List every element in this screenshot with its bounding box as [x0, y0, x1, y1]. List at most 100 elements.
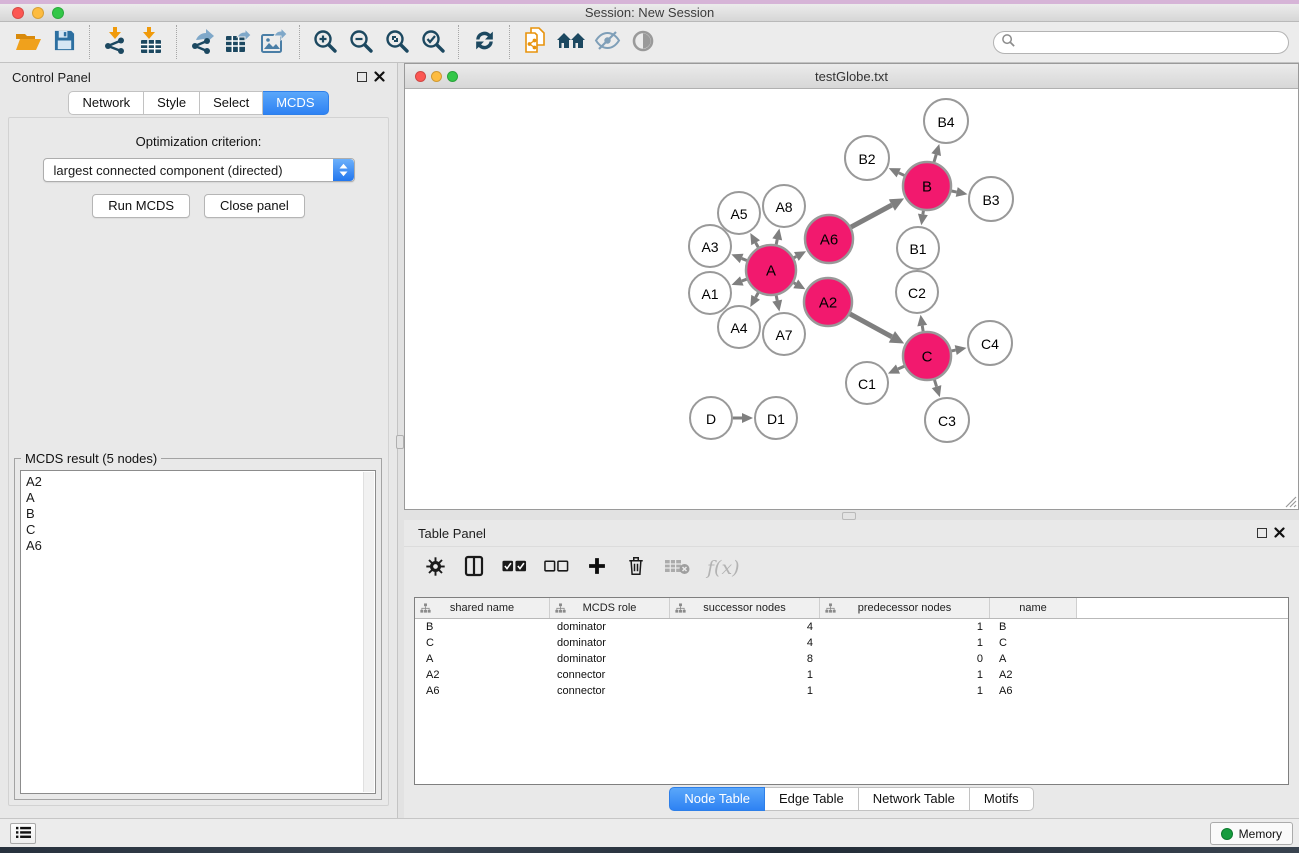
show-all-button[interactable] [625, 24, 661, 60]
vertical-splitter-grip[interactable] [396, 435, 404, 449]
zoom-selected-button[interactable] [415, 24, 451, 60]
first-neighbors-button[interactable] [553, 24, 589, 60]
table-cell[interactable]: dominator [550, 637, 670, 649]
graph-edge-A-A8[interactable] [772, 229, 782, 245]
graph-node-A2[interactable]: A2 [804, 278, 852, 326]
result-scrollbar-track[interactable] [363, 472, 374, 792]
memory-button[interactable]: Memory [1210, 822, 1293, 845]
tab-edge-table[interactable]: Edge Table [765, 787, 859, 811]
graph-node-C2[interactable]: C2 [896, 271, 938, 313]
table-settings-button[interactable] [424, 553, 446, 583]
graph-node-A6[interactable]: A6 [805, 215, 853, 263]
tab-mcds[interactable]: MCDS [263, 91, 328, 115]
graph-edge-A-A3[interactable] [731, 254, 746, 263]
resize-grip-icon[interactable] [1284, 495, 1297, 508]
graph-node-C1[interactable]: C1 [846, 362, 888, 404]
float-panel-icon[interactable] [357, 72, 367, 82]
graph-node-A3[interactable]: A3 [689, 225, 731, 267]
table-cell[interactable]: 1 [820, 669, 990, 681]
table-cell[interactable]: A6 [415, 685, 550, 697]
graph-node-C[interactable]: C [903, 332, 951, 380]
close-panel-icon[interactable] [374, 70, 385, 85]
import-table-button[interactable] [133, 24, 169, 60]
open-session-button[interactable] [10, 24, 46, 60]
graph-edge-A-A6[interactable] [794, 251, 806, 261]
graph-node-B2[interactable]: B2 [845, 136, 889, 180]
column-header-predecessor-nodes[interactable]: predecessor nodes [820, 598, 990, 618]
graph-node-A4[interactable]: A4 [718, 306, 760, 348]
mcds-result-item[interactable]: A [26, 490, 375, 506]
graph-edge-A-A5[interactable] [750, 233, 760, 247]
table-cell[interactable]: A6 [990, 685, 1077, 697]
table-cell[interactable]: A2 [415, 669, 550, 681]
refresh-button[interactable] [466, 24, 502, 60]
hide-selected-button[interactable] [589, 24, 625, 60]
float-table-panel-icon[interactable] [1257, 528, 1267, 538]
function-builder-button[interactable]: f(x) [707, 553, 740, 583]
tab-node-table[interactable]: Node Table [669, 787, 765, 811]
column-header-name[interactable]: name [990, 598, 1077, 618]
graph-edge-C-C4[interactable] [951, 345, 966, 355]
table-cell[interactable]: dominator [550, 621, 670, 633]
tab-select[interactable]: Select [200, 91, 263, 115]
mcds-result-item[interactable]: C [26, 522, 375, 538]
export-image-button[interactable] [256, 24, 292, 60]
table-cell[interactable]: dominator [550, 653, 670, 665]
add-row-button[interactable] [586, 553, 608, 583]
table-cell[interactable]: connector [550, 685, 670, 697]
table-cell[interactable]: A [990, 653, 1077, 665]
search-field[interactable] [993, 31, 1289, 54]
import-network-button[interactable] [97, 24, 133, 60]
close-panel-button[interactable]: Close panel [204, 194, 305, 218]
close-table-panel-icon[interactable] [1274, 526, 1285, 541]
graph-edge-D-D1[interactable] [733, 413, 753, 423]
graph-node-A[interactable]: A [746, 245, 796, 295]
table-cell[interactable]: C [990, 637, 1077, 649]
graph-edge-A-A4[interactable] [750, 293, 760, 307]
network-close-button[interactable] [415, 71, 426, 82]
delete-row-button[interactable] [625, 553, 647, 583]
graph-node-B3[interactable]: B3 [969, 177, 1013, 221]
graph-node-B[interactable]: B [903, 162, 951, 210]
mcds-result-item[interactable]: A2 [26, 474, 375, 490]
graph-node-D[interactable]: D [690, 397, 732, 439]
criterion-dropdown[interactable]: largest connected component (directed) [43, 158, 355, 182]
open-network-file-button[interactable] [517, 24, 553, 60]
column-header-shared-name[interactable]: shared name [415, 598, 550, 618]
deselect-all-button[interactable] [544, 553, 569, 583]
export-network-button[interactable] [184, 24, 220, 60]
table-cell[interactable]: 4 [670, 637, 820, 649]
graph-node-C4[interactable]: C4 [968, 321, 1012, 365]
graph-edge-A-A1[interactable] [732, 276, 747, 285]
table-cell[interactable]: C [415, 637, 550, 649]
table-row[interactable]: A6connector11A6 [415, 683, 1288, 699]
graph-edge-A-A2[interactable] [793, 280, 805, 290]
table-cell[interactable]: 1 [820, 621, 990, 633]
table-row[interactable]: Adominator80A [415, 651, 1288, 667]
network-zoom-button[interactable] [447, 71, 458, 82]
graph-edge-A2-C[interactable] [850, 314, 904, 344]
zoom-fit-button[interactable] [379, 24, 415, 60]
table-row[interactable]: A2connector11A2 [415, 667, 1288, 683]
minimize-window-button[interactable] [32, 7, 44, 19]
table-cell[interactable]: 8 [670, 653, 820, 665]
mcds-result-item[interactable]: B [26, 506, 375, 522]
delete-table-button[interactable] [664, 553, 690, 583]
tab-motifs[interactable]: Motifs [970, 787, 1034, 811]
graph-node-B4[interactable]: B4 [924, 99, 968, 143]
run-mcds-button[interactable]: Run MCDS [92, 194, 190, 218]
table-cell[interactable]: 1 [820, 637, 990, 649]
zoom-window-button[interactable] [52, 7, 64, 19]
graph-node-A5[interactable]: A5 [718, 192, 760, 234]
table-cell[interactable]: 4 [670, 621, 820, 633]
export-table-button[interactable] [220, 24, 256, 60]
column-header-mcds-role[interactable]: MCDS role [550, 598, 670, 618]
network-minimize-button[interactable] [431, 71, 442, 82]
network-window-titlebar[interactable]: testGlobe.txt [405, 64, 1298, 89]
graph-node-D1[interactable]: D1 [755, 397, 797, 439]
table-cell[interactable]: B [990, 621, 1077, 633]
graph-edge-B-B4[interactable] [931, 144, 941, 162]
table-cell[interactable]: 0 [820, 653, 990, 665]
graph-node-C3[interactable]: C3 [925, 398, 969, 442]
table-cell[interactable]: A2 [990, 669, 1077, 681]
